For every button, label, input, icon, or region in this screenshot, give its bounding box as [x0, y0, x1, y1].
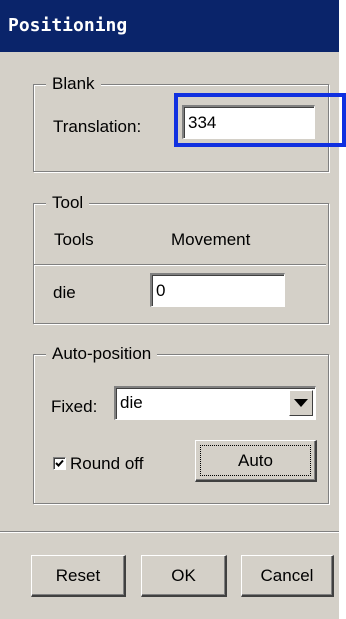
- reset-button-label: Reset: [55, 565, 101, 585]
- ok-button-label: OK: [171, 565, 196, 585]
- movement-column-header: Movement: [171, 230, 251, 249]
- checkmark-icon: [55, 459, 64, 467]
- tool-header-separator: [34, 264, 326, 266]
- bottom-separator: [0, 531, 339, 533]
- translation-label: Translation:: [53, 117, 142, 136]
- fixed-dropdown-value: die: [120, 393, 143, 412]
- cancel-button-label: Cancel: [260, 565, 314, 585]
- ok-button[interactable]: OK: [141, 555, 227, 597]
- tool-row-name: die: [53, 283, 76, 302]
- auto-button[interactable]: Auto: [195, 440, 317, 482]
- chevron-down-icon[interactable]: [289, 390, 313, 416]
- translation-input[interactable]: [182, 105, 315, 139]
- tool-legend: Tool: [46, 192, 90, 214]
- positioning-panel: Positioning Blank Translation: Tool Tool…: [0, 0, 339, 619]
- tools-column-header: Tools: [54, 230, 94, 249]
- fixed-label: Fixed:: [51, 397, 98, 416]
- round-off-label: Round off: [70, 454, 144, 473]
- cancel-button[interactable]: Cancel: [241, 555, 334, 597]
- auto-position-legend: Auto-position: [46, 343, 158, 365]
- fixed-dropdown[interactable]: die: [114, 386, 316, 420]
- window-title: Positioning: [0, 0, 339, 52]
- auto-button-label: Auto: [238, 450, 273, 470]
- reset-button[interactable]: Reset: [31, 555, 126, 597]
- round-off-checkbox[interactable]: [53, 457, 66, 470]
- movement-input[interactable]: [150, 273, 285, 307]
- blank-legend: Blank: [46, 73, 101, 95]
